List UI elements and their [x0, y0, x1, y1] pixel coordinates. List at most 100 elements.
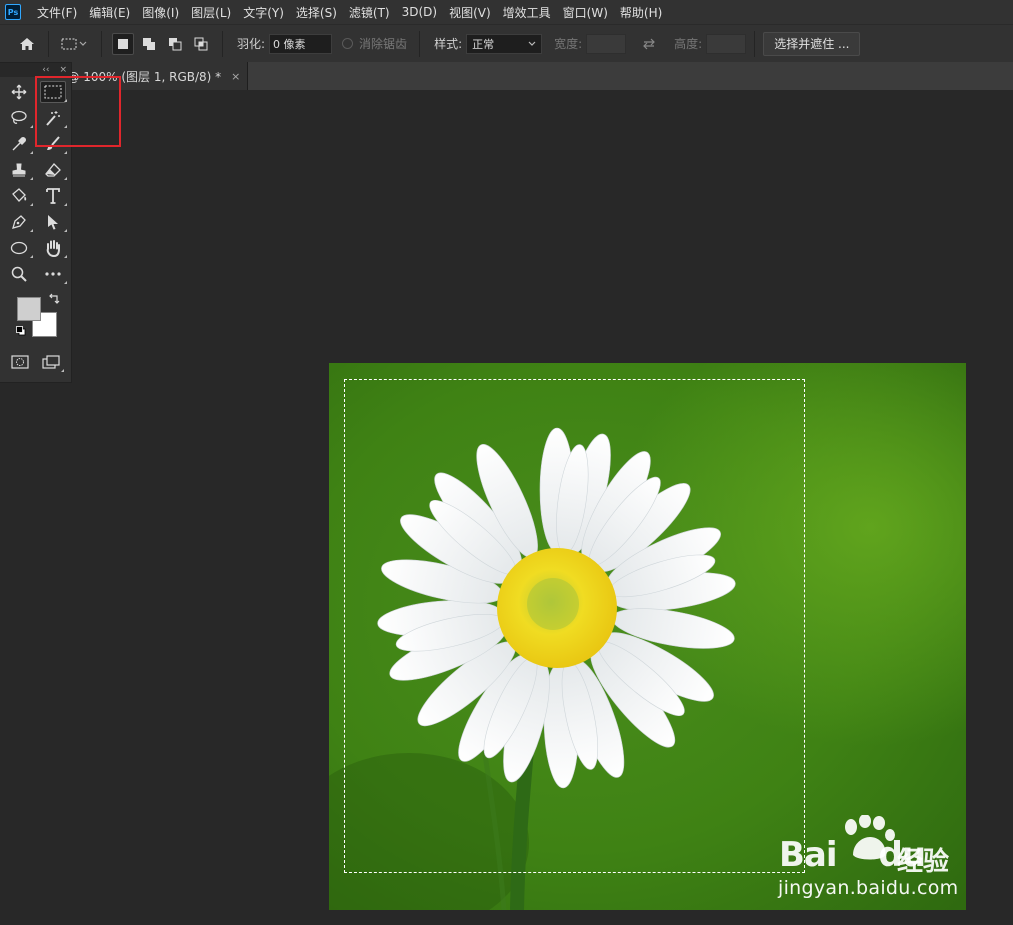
separator: [222, 30, 223, 57]
tool-group-indicator: [30, 255, 33, 258]
new-selection-icon: [118, 38, 128, 49]
menu-image[interactable]: 图像(I): [136, 4, 185, 21]
style-select[interactable]: 正常: [466, 33, 543, 54]
separator: [754, 30, 756, 57]
magnifier-icon: [11, 266, 27, 282]
add-selection-icon: [143, 37, 155, 50]
lasso-icon: [11, 110, 27, 124]
ellipse-icon: [10, 241, 28, 255]
arrow-pointer-icon: [48, 215, 58, 230]
tool-group-indicator: [64, 203, 67, 206]
add-selection-button[interactable]: [138, 33, 160, 55]
eraser-icon: [45, 163, 61, 177]
toolbox-header: ‹‹ ×: [0, 63, 71, 77]
watermark-brand-text: Bai: [779, 835, 838, 875]
width-label: 宽度:: [554, 37, 583, 51]
screen-mode-button[interactable]: [36, 349, 68, 375]
swap-dimensions-button[interactable]: [638, 33, 660, 55]
more-tools[interactable]: [36, 261, 70, 287]
height-input[interactable]: [706, 33, 747, 54]
menu-3d[interactable]: 3D(D): [396, 5, 443, 19]
foreground-color[interactable]: [17, 297, 41, 321]
antialias-label: 消除锯齿: [359, 37, 408, 51]
watermark-cn: 经验: [897, 847, 950, 877]
menu-file[interactable]: 文件(F): [31, 4, 83, 21]
separator: [101, 30, 102, 57]
home-button[interactable]: [16, 33, 38, 55]
tool-group-indicator: [30, 125, 33, 128]
watermark-url: jingyan.baidu.com: [778, 877, 959, 899]
tool-group-indicator: [30, 177, 33, 180]
tool-group-indicator: [61, 369, 64, 372]
height-label: 高度:: [674, 37, 703, 51]
eyedropper-tool[interactable]: [2, 131, 36, 157]
menu-select[interactable]: 选择(S): [290, 4, 343, 21]
tool-group-indicator: [30, 229, 33, 232]
options-bar: 羽化: 0 像素 消除锯齿 样式: 正常 宽度: 高度: 选择并遮住 ...: [0, 24, 1013, 62]
document-tab-bar: g @ 100% (图层 1, RGB/8) * ×: [0, 62, 1013, 90]
intersect-selection-icon: [194, 37, 208, 50]
default-colors-icon[interactable]: [16, 326, 26, 336]
swap-colors-icon[interactable]: [48, 293, 60, 305]
tool-group-indicator: [30, 203, 33, 206]
antialias-checkbox[interactable]: [342, 38, 354, 49]
menu-view[interactable]: 视图(V): [443, 4, 497, 21]
select-and-mask-button[interactable]: 选择并遮住 ...: [763, 31, 861, 56]
paint-bucket-tool[interactable]: [2, 183, 36, 209]
move-tool[interactable]: [2, 79, 36, 105]
photoshop-logo: Ps: [5, 4, 21, 20]
collapse-icon[interactable]: ‹‹: [42, 65, 49, 75]
eraser-tool[interactable]: [36, 157, 70, 183]
menu-bar: Ps 文件(F) 编辑(E) 图像(I) 图层(L) 文字(Y) 选择(S) 滤…: [0, 0, 1013, 24]
style-label: 样式:: [434, 37, 463, 51]
subtract-selection-icon: [169, 37, 182, 50]
quick-mask-icon: [11, 355, 29, 369]
tool-group-indicator: [64, 177, 67, 180]
menu-window[interactable]: 窗口(W): [557, 4, 614, 21]
feather-label: 羽化:: [237, 37, 266, 51]
quick-mask-button[interactable]: [4, 349, 36, 375]
mode-tools: [0, 349, 71, 375]
baidu-watermark: Bai du 经验 jingyan.baidu.com: [775, 815, 965, 905]
new-selection-button[interactable]: [112, 32, 134, 55]
tool-group-indicator: [64, 151, 67, 154]
tool-group-indicator: [64, 255, 67, 258]
stamp-tool[interactable]: [2, 157, 36, 183]
width-input[interactable]: [586, 33, 627, 54]
pen-tool[interactable]: [2, 209, 36, 235]
menu-plugins[interactable]: 增效工具: [497, 4, 557, 21]
annotation-highlight-box: [35, 76, 121, 147]
intersect-selection-button[interactable]: [190, 33, 212, 55]
swap-arrows-icon: [643, 38, 656, 49]
tool-preset-picker[interactable]: [59, 33, 91, 55]
move-icon: [11, 84, 27, 100]
hand-icon: [46, 240, 60, 257]
stamp-icon: [12, 163, 26, 177]
tool-group-indicator: [64, 281, 67, 284]
rect-marquee-icon: [61, 38, 87, 49]
menu-filter[interactable]: 滤镜(T): [343, 4, 396, 21]
separator: [48, 30, 49, 57]
menu-edit[interactable]: 编辑(E): [83, 4, 136, 21]
lasso-tool[interactable]: [2, 105, 36, 131]
menu-layer[interactable]: 图层(L): [185, 4, 237, 21]
subtract-selection-button[interactable]: [164, 33, 186, 55]
hand-tool[interactable]: [36, 235, 70, 261]
menu-help[interactable]: 帮助(H): [614, 4, 668, 21]
selection-marquee: [344, 379, 805, 873]
type-icon: [46, 188, 60, 204]
ellipsis-icon: [45, 272, 61, 276]
zoom-tool[interactable]: [2, 261, 36, 287]
ellipse-tool[interactable]: [2, 235, 36, 261]
pen-icon: [12, 215, 26, 229]
type-tool[interactable]: [36, 183, 70, 209]
home-icon: [20, 37, 34, 50]
close-icon[interactable]: ×: [231, 70, 240, 83]
tool-group-indicator: [64, 229, 67, 232]
paint-bucket-icon: [12, 188, 27, 202]
separator: [419, 30, 421, 57]
menu-type[interactable]: 文字(Y): [237, 4, 290, 21]
feather-input[interactable]: 0 像素: [269, 33, 333, 54]
path-selection-tool[interactable]: [36, 209, 70, 235]
close-icon[interactable]: ×: [59, 65, 67, 75]
